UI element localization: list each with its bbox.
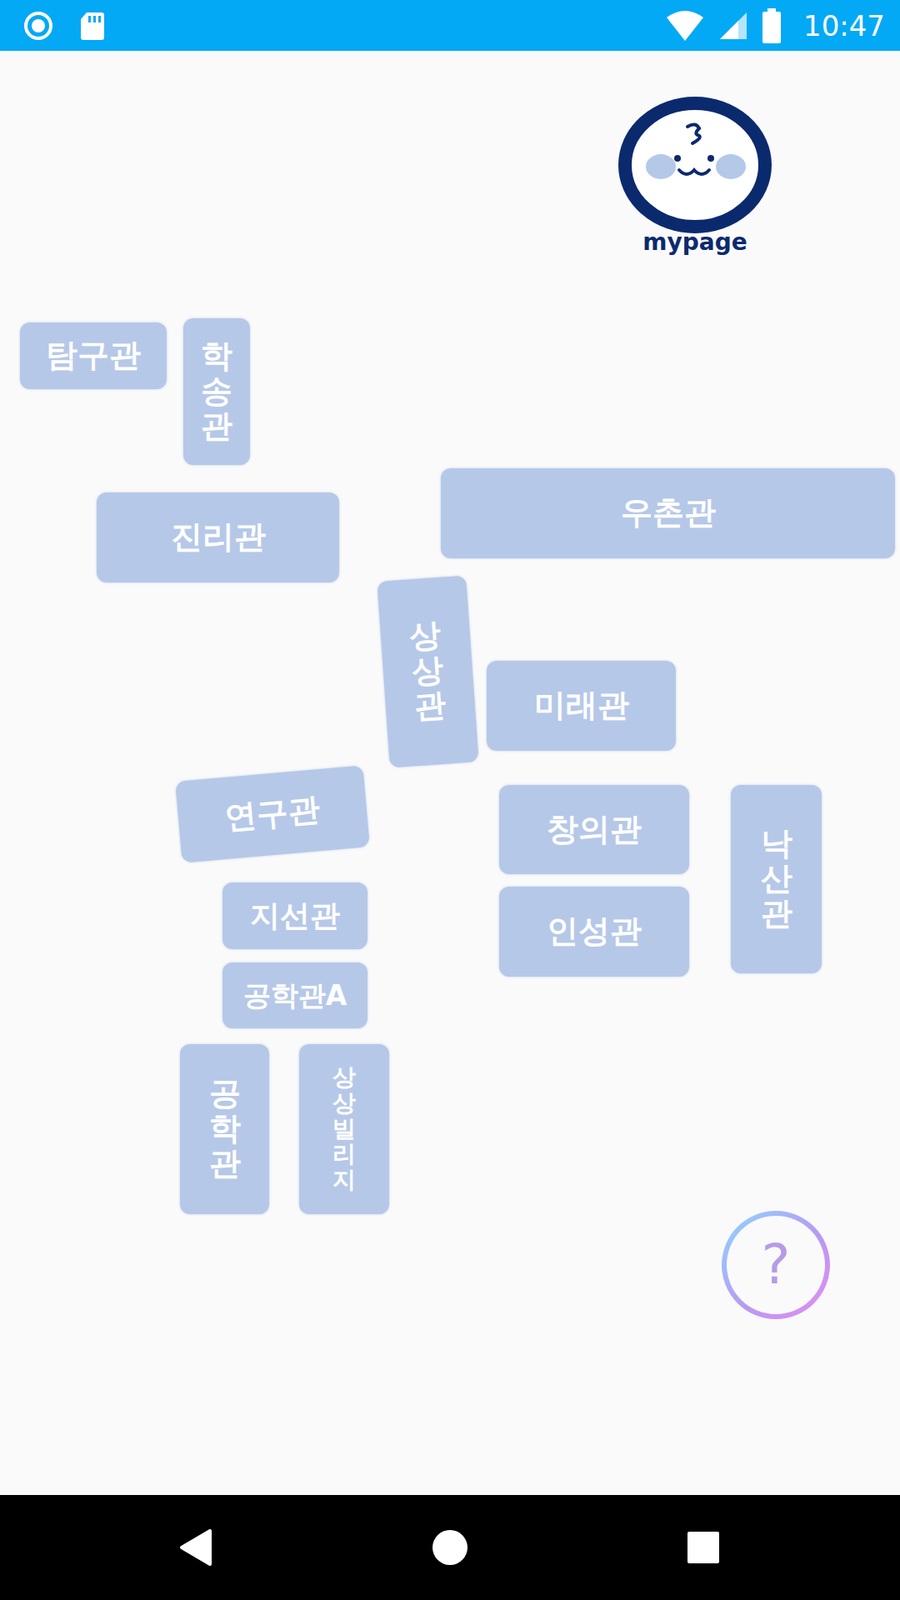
home-icon[interactable] [425,1522,475,1573]
wifi-icon [665,9,705,43]
building[interactable]: 상상빌리지 [299,1044,390,1215]
campus-map[interactable]: mypage 탐구관 학송관진리관 우촌관상상관미래관연구관 창의관 낙산관인성관 지선관공… [0,50,900,1495]
battery-icon [761,7,782,45]
building[interactable]: 인성관 [499,886,690,977]
signal-icon [716,9,750,43]
help-label: ? [760,1237,790,1293]
building-name: 창의관 [546,810,642,850]
building[interactable]: 공학관A [222,962,368,1029]
building-name: 우촌관 [620,494,716,533]
status-bar: 10:47 [0,0,900,51]
building-name: 연구관 [223,790,322,837]
back-icon[interactable] [171,1522,222,1573]
building-name: 상상관 [408,618,448,725]
building-name: 탐구관 [45,336,141,375]
building-name: 인성관 [546,912,642,951]
building[interactable]: 지선관 [222,882,368,950]
building-name: 낙산관 [760,826,793,931]
record-icon [21,9,55,43]
mypage-label: mypage [642,230,747,256]
mypage-button[interactable]: mypage [617,96,773,256]
building[interactable]: 탐구관 [20,322,167,390]
navigation-bar [0,1495,900,1600]
building[interactable]: 진리관 [96,492,340,583]
building-name: 미래관 [534,686,630,725]
sd-card-icon [78,9,107,43]
building[interactable]: 공학관 [180,1044,270,1215]
mascot-face-icon [617,96,773,234]
help-button[interactable]: ? [721,1210,830,1320]
recents-icon[interactable] [678,1522,729,1573]
building[interactable]: 미래관 [486,660,676,751]
building-name: 공학관 [209,1076,241,1181]
status-time: 10:47 [803,9,885,43]
building[interactable]: 낙산관 [730,785,822,974]
building[interactable]: 우촌관 [440,468,895,559]
building-name: 지선관 [250,897,340,934]
building[interactable]: 상상관 [376,575,479,769]
building[interactable]: 창의관 [499,785,690,875]
building-name: 학송관 [200,339,233,444]
building-name: 공학관A [243,979,348,1013]
screen: 10:47 mypage 탐구관 학송관진리관 우촌관상상관미래관연구관 창의관 낙산관인성… [0,0,900,1600]
building[interactable]: 연구관 [175,765,370,863]
building-name: 진리관 [170,518,266,557]
building[interactable]: 학송관 [183,318,250,465]
building-name: 상상빌리지 [332,1065,356,1194]
